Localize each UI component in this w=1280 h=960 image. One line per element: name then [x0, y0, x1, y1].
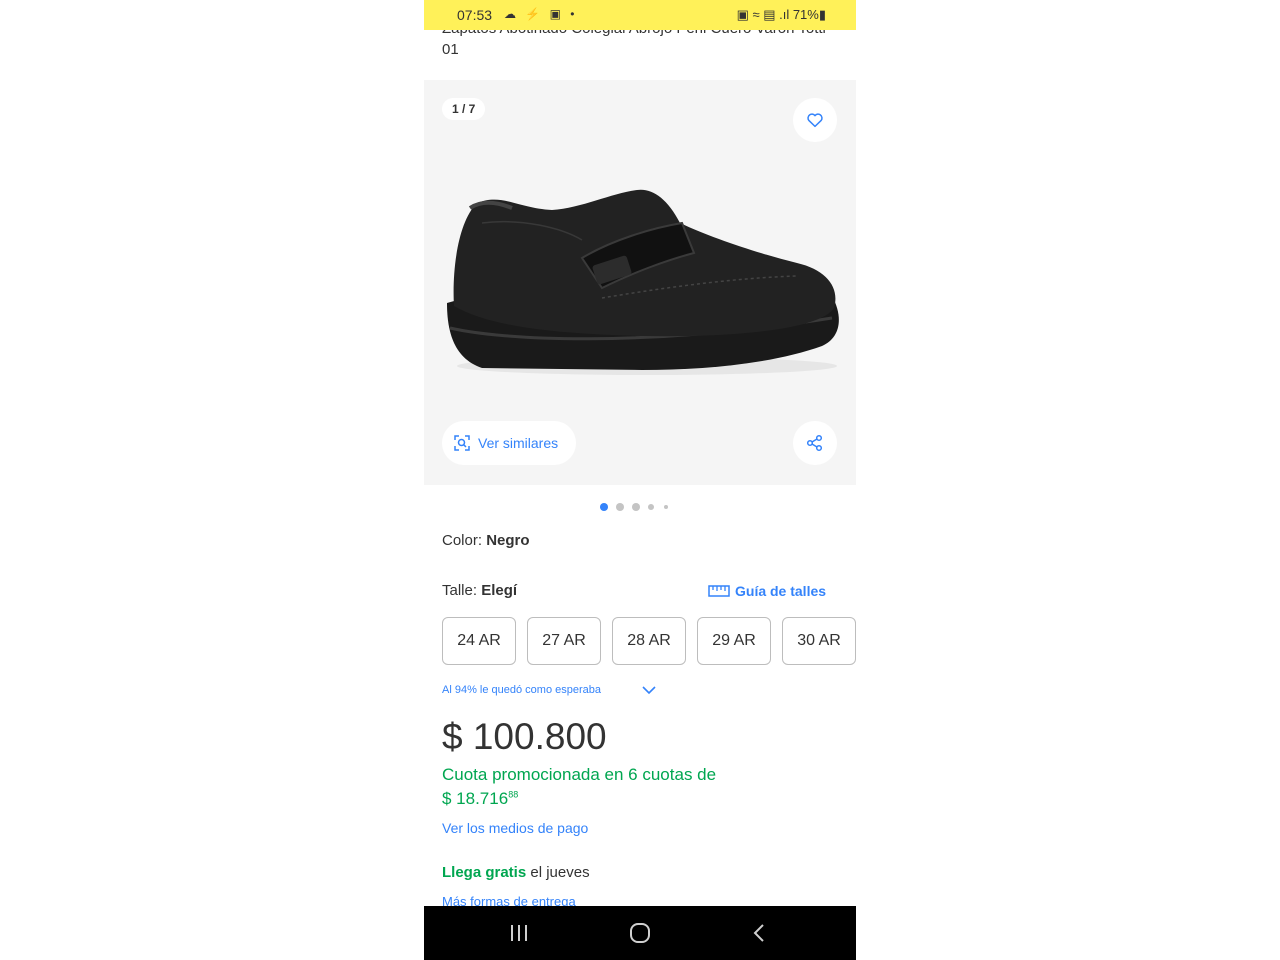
status-bar: 07:53 ☁ ⚡ ▣ • ▣ ≈ ▤ .ıl 71%▮ — [424, 0, 856, 30]
share-button[interactable] — [793, 421, 837, 465]
free-shipping-label: Llega gratis — [442, 864, 527, 881]
ruler-icon — [708, 585, 730, 597]
product-image[interactable] — [442, 178, 842, 378]
status-system-icons: ▣ ≈ ▤ .ıl 71%▮ — [736, 7, 826, 22]
size-guide-label: Guía de talles — [735, 583, 827, 599]
payment-methods-link[interactable]: Ver los medios de pago — [442, 820, 588, 836]
installments-text: Cuota promocionada en 6 cuotas de — [442, 765, 717, 784]
favorite-button[interactable] — [793, 98, 837, 142]
android-navigation-bar — [424, 906, 856, 960]
size-option[interactable]: 28 AR — [612, 617, 686, 665]
size-option[interactable]: 24 AR — [442, 617, 516, 665]
size-option[interactable]: 27 AR — [527, 617, 601, 665]
product-gallery[interactable]: 1 / 7 Ver similares — [424, 80, 856, 485]
size-options: 24 AR 27 AR 28 AR 29 AR 30 AR — [442, 617, 856, 667]
color-value: Negro — [486, 532, 530, 549]
pagination-dot[interactable] — [600, 503, 608, 511]
pagination-dot[interactable] — [616, 503, 624, 511]
color-label: Color: — [442, 532, 483, 549]
share-icon — [806, 434, 823, 452]
see-similar-button[interactable]: Ver similares — [442, 421, 576, 465]
size-option[interactable]: 29 AR — [697, 617, 771, 665]
pagination-dot[interactable] — [664, 505, 668, 509]
heart-icon — [807, 113, 823, 128]
shipping-day: el jueves — [530, 864, 590, 881]
installments-amount-value: $ 18.716 — [442, 789, 509, 808]
color-selector: Color: Negro — [442, 532, 530, 549]
size-label: Talle: — [442, 582, 478, 599]
status-time: 07:53 — [457, 7, 493, 23]
size-option[interactable]: 30 AR — [782, 617, 856, 665]
see-similar-label: Ver similares — [478, 435, 559, 451]
back-icon[interactable] — [752, 923, 766, 943]
installments-amount: $ 18.71688 — [442, 789, 518, 809]
phone-screen: 07:53 ☁ ⚡ ▣ • ▣ ≈ ▤ .ıl 71%▮ Zapatos Abo… — [424, 0, 856, 960]
visual-search-icon — [454, 435, 470, 451]
fit-feedback-toggle[interactable]: Al 94% le quedó como esperaba — [442, 684, 656, 696]
pagination-dot[interactable] — [648, 504, 654, 510]
installments-amount-cents: 88 — [508, 789, 519, 800]
shipping-info: Llega gratis el jueves — [442, 864, 590, 881]
price: $ 100.800 — [442, 716, 607, 757]
pagination-dot[interactable] — [632, 503, 640, 511]
status-notification-icons: ☁ ⚡ ▣ • — [504, 7, 578, 21]
image-counter: 1 / 7 — [442, 98, 486, 120]
recent-apps-icon[interactable] — [510, 923, 528, 943]
home-icon[interactable] — [629, 923, 651, 943]
size-value: Elegí — [481, 582, 518, 599]
fit-feedback-text: Al 94% le quedó como esperaba — [442, 684, 601, 696]
chevron-down-icon — [642, 686, 656, 695]
size-selector: Talle: Elegí — [442, 582, 517, 599]
